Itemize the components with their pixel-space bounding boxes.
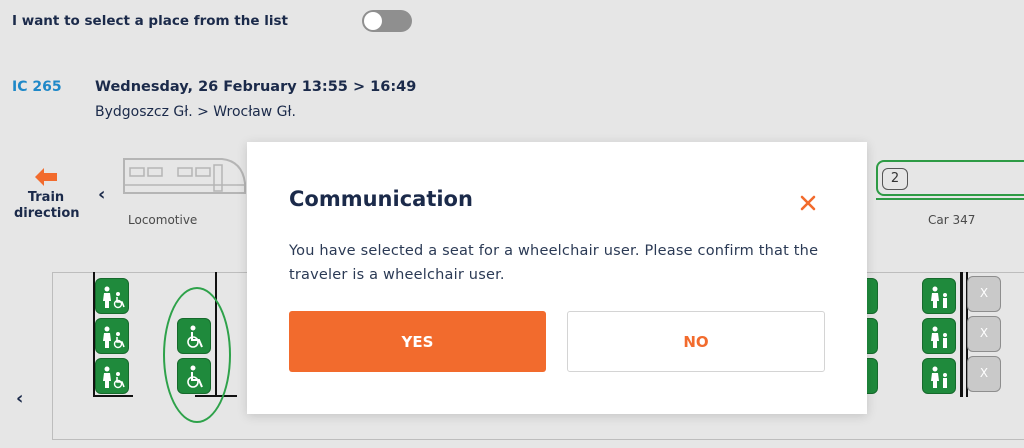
train-number: IC 265 [12, 79, 62, 95]
dialog-close-button[interactable] [797, 192, 819, 214]
car-class-badge: 2 [882, 168, 908, 190]
family-wheelchair-icon [103, 286, 125, 309]
car-347[interactable]: 2 [876, 160, 1024, 196]
family-icon [931, 286, 947, 308]
select-from-list-label: I want to select a place from the list [12, 13, 288, 29]
train-direction-label-2: direction [14, 206, 80, 221]
close-icon [800, 195, 816, 211]
family-wheelchair-icon [103, 326, 125, 349]
dialog-message: You have selected a seat for a wheelchai… [289, 243, 819, 283]
select-from-list-row: I want to select a place from the list [12, 10, 412, 32]
journey-route: Bydgoszcz Gł. > Wrocław Gł. [95, 104, 296, 120]
seat-unavailable: X [967, 356, 1001, 392]
seat-family[interactable] [922, 318, 956, 354]
train-direction: Train direction [14, 168, 80, 222]
selected-car-indicator [876, 198, 1024, 200]
locomotive-icon[interactable] [122, 155, 247, 197]
seat-family[interactable] [95, 278, 129, 314]
selected-seat-highlight [163, 287, 231, 423]
journey-date-time: Wednesday, 26 February 13:55 > 16:49 [95, 79, 417, 95]
seat-family[interactable] [95, 358, 129, 394]
train-direction-label-1: Train [27, 190, 65, 205]
seat-family[interactable] [922, 278, 956, 314]
seat-family[interactable] [95, 318, 129, 354]
chevron-left-icon[interactable]: ‹ [98, 184, 105, 205]
locomotive-label: Locomotive [128, 213, 198, 227]
family-icon [931, 366, 947, 388]
toggle-knob [364, 12, 382, 30]
carriage-wall [93, 395, 133, 397]
arrow-left-icon [35, 168, 57, 186]
select-from-list-toggle[interactable] [362, 10, 412, 32]
family-icon [931, 326, 947, 348]
seat-unavailable: X [967, 316, 1001, 352]
seat-unavailable: X [967, 276, 1001, 312]
no-button[interactable]: NO [567, 311, 825, 372]
confirmation-dialog: Communication You have selected a seat f… [247, 142, 867, 414]
dialog-title: Communication [289, 187, 473, 211]
yes-button[interactable]: YES [289, 311, 546, 372]
car-347-label: Car 347 [928, 213, 976, 227]
carriage-wall [960, 272, 963, 397]
family-wheelchair-icon [103, 366, 125, 389]
chevron-left-icon[interactable]: ‹ [16, 388, 23, 409]
seat-family[interactable] [922, 358, 956, 394]
